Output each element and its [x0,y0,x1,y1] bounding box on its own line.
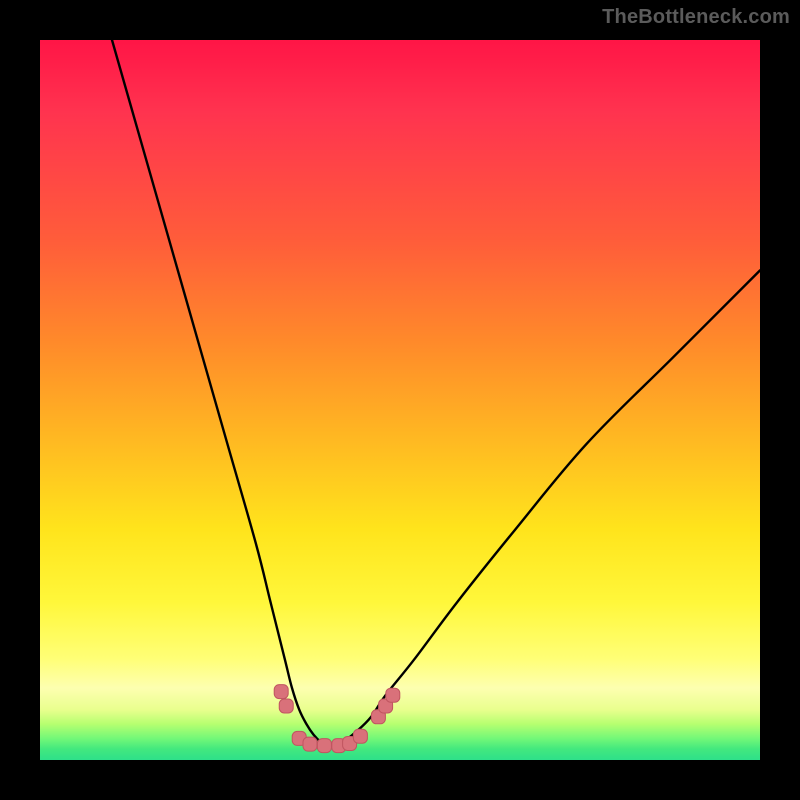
curve-left-branch [112,40,328,746]
watermark-text: TheBottleneck.com [602,6,790,29]
plot-area [40,40,760,760]
data-marker [386,688,400,702]
data-marker [303,737,317,751]
chart-frame: TheBottleneck.com [0,0,800,800]
curve-right-branch [328,270,760,745]
data-marker [274,685,288,699]
data-marker [317,739,331,753]
curve-group [112,40,760,746]
chart-svg [40,40,760,760]
data-marker [353,729,367,743]
data-marker [279,699,293,713]
